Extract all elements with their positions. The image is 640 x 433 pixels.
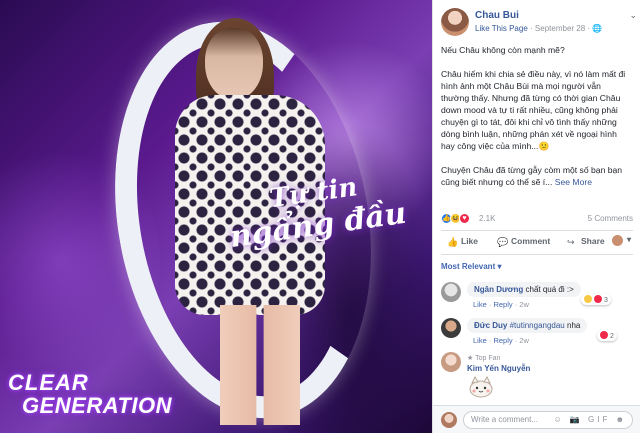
comment-reaction-count: 2 [610, 333, 614, 340]
comment-text: chất quá đi :> [525, 285, 574, 294]
comment-bubble: Đức Duy #tutinngangdau nha [467, 318, 588, 333]
top-fan-label: Top Fan [475, 355, 501, 362]
love-reaction-icon: ♥ [459, 213, 470, 224]
comment-bubble: Ngân Dương chất quá đi :> [467, 282, 581, 297]
comment-meta: Like · Reply · 2w [473, 336, 529, 345]
like-button[interactable]: 👍 Like [447, 236, 478, 247]
haha-reaction-icon [584, 295, 592, 303]
hashtag-link[interactable]: #tutinngangdau [510, 321, 565, 330]
cat-sticker-icon [469, 376, 493, 398]
brand-line1: CLEAR [8, 370, 89, 395]
post-date[interactable]: September 28 [535, 24, 585, 33]
share-button[interactable]: ↪ Share [567, 236, 605, 247]
comment-like-link[interactable]: Like [473, 300, 487, 309]
current-user-avatar [441, 412, 457, 428]
comment-like-link[interactable]: Like [473, 336, 487, 345]
model-face [205, 28, 263, 100]
brand-logo: CLEAR GENERATION [8, 372, 172, 418]
like-label: Like [461, 236, 479, 246]
reaction-count[interactable]: 2.1K [479, 214, 495, 223]
comment-time[interactable]: 2w [519, 336, 529, 345]
comment-input[interactable]: Write a comment... ☺ 📷 GIF ☻ [463, 411, 633, 429]
page-name-link[interactable]: Chau Bui [475, 10, 519, 21]
divider [441, 254, 633, 255]
comment-button[interactable]: 💬 Comment [497, 236, 550, 247]
speech-bubble-icon: 💬 [497, 237, 509, 247]
commenter-avatar[interactable] [441, 318, 461, 338]
post-photo[interactable]: Tự tin ngẩng đầu CLEAR GENERATION [0, 0, 432, 433]
top-fan-badge: ★ Top Fan [467, 355, 501, 362]
post-sidebar: Chau Bui Like This Page · September 28 ·… [432, 0, 640, 433]
see-more-link[interactable]: See More [555, 177, 592, 187]
post-paragraph: Châu hiếm khi chia sẻ điều này, vì nó là… [441, 69, 626, 151]
commenter-name[interactable]: Ngân Dương [474, 285, 523, 294]
comment-composer: Write a comment... ☺ 📷 GIF ☻ [433, 405, 640, 433]
commenter-avatar[interactable] [441, 352, 461, 372]
like-page-link[interactable]: Like This Page [475, 24, 528, 33]
post-paragraph-truncated: Chuyện Châu đã từng gẫy còm một số bạn b… [441, 164, 631, 188]
comment-reactions[interactable]: 3 [581, 294, 611, 305]
commenter-avatar[interactable] [441, 282, 461, 302]
post-subline: Like This Page · September 28 · 🌐 [475, 24, 602, 33]
love-reaction-icon [600, 331, 608, 339]
post-action-bar: 👍 Like 💬 Comment ↪ Share ▾ [441, 234, 633, 250]
commenter-name[interactable]: Đức Duy [474, 321, 507, 330]
globe-icon: 🌐 [592, 24, 603, 33]
comment-text: nha [567, 321, 581, 330]
comment-time[interactable]: 2w [519, 300, 529, 309]
page-avatar[interactable] [441, 8, 469, 36]
commenter-name[interactable]: Kim Yến Nguyễn [467, 364, 530, 373]
share-arrow-icon: ↪ [567, 237, 575, 247]
comment-item: Đức Duy #tutinngangdau nha 2 Like · Repl… [441, 318, 633, 348]
reaction-summary[interactable]: 👍😆 ♥ 2.1K 5 Comments [441, 212, 633, 226]
comment-reaction-count: 3 [604, 297, 608, 304]
comment-item: Ngân Dương chất quá đi :> 3 Like · Reply… [441, 282, 633, 312]
comment-meta: Like · Reply · 2w [473, 300, 529, 309]
separator: · [530, 24, 533, 33]
thumbs-up-icon: 👍 [447, 237, 459, 247]
model-legs [220, 305, 300, 425]
share-as-avatar[interactable] [612, 235, 623, 246]
love-reaction-icon [594, 295, 602, 303]
comment-sort-dropdown[interactable]: Most Relevant ▾ [441, 262, 501, 271]
comment-reply-link[interactable]: Reply [493, 336, 512, 345]
composer-icons[interactable]: ☺ 📷 GIF ☻ [553, 415, 627, 424]
post-paragraph: Nếu Châu không còn mạnh mẽ? [441, 45, 565, 55]
divider [441, 230, 633, 231]
comment-reply-link[interactable]: Reply [493, 300, 512, 309]
separator: · [587, 24, 591, 33]
post-paragraph: Chuyện Châu đã từng gẫy còm một số bạn b… [441, 165, 623, 187]
post-body: Nếu Châu không còn mạnh mẽ? Châu hiếm kh… [441, 44, 631, 200]
comment-label: Comment [511, 236, 551, 246]
caret-down-icon[interactable]: ▾ [627, 235, 631, 244]
comment-placeholder: Write a comment... [471, 415, 538, 424]
comment-reactions[interactable]: 2 [597, 330, 617, 341]
reaction-icons: 👍😆 ♥ [441, 213, 470, 225]
share-label: Share [581, 236, 605, 246]
brand-line2: GENERATION [22, 393, 173, 418]
comment-count[interactable]: 5 Comments [588, 214, 633, 223]
chevron-down-icon[interactable]: ⌄ [629, 10, 637, 21]
post-header: Chau Bui Like This Page · September 28 ·… [441, 8, 637, 38]
